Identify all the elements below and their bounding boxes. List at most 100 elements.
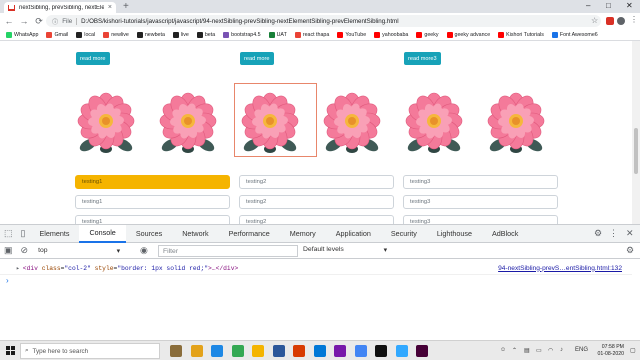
- tray-chevron-icon[interactable]: ⌃: [512, 347, 517, 354]
- bookmark-item[interactable]: UAT: [268, 31, 287, 38]
- bookmark-item[interactable]: newlive: [103, 31, 129, 38]
- console-log-entry[interactable]: ▸ <div class = "col-2" style = "border: 1px …: [0, 262, 632, 275]
- text-input[interactable]: testing1: [75, 175, 230, 189]
- taskbar-app-icon[interactable]: [272, 345, 285, 357]
- taskbar-app-icon[interactable]: [416, 345, 428, 357]
- bookmarks-bar: WhatsApp Gmail local newlive newbeta live beta…: [0, 29, 640, 41]
- text-input[interactable]: testing3: [403, 195, 558, 209]
- taskbar-app-icon[interactable]: [231, 345, 244, 357]
- devtools-tab-elements[interactable]: Elements: [29, 225, 79, 243]
- bookmark-item[interactable]: geeky: [416, 31, 439, 38]
- clear-console-icon[interactable]: ⊘: [17, 245, 33, 256]
- forward-icon[interactable]: →: [18, 16, 30, 26]
- live-expression-eye-icon[interactable]: ◉: [136, 245, 152, 256]
- address-bar[interactable]: ⓘ File D:/OBS/kishori-tutorials/javascri…: [46, 15, 601, 27]
- bookmark-item[interactable]: geeky advance: [446, 31, 490, 38]
- text-input[interactable]: testing1: [75, 195, 230, 209]
- taskbar-app-icon[interactable]: [293, 345, 305, 357]
- scrollbar-thumb[interactable]: [634, 128, 638, 174]
- bookmark-item[interactable]: live: [172, 31, 189, 38]
- wifi-icon[interactable]: ◠: [548, 347, 553, 354]
- file-scheme-label: File: [62, 17, 73, 25]
- text-input[interactable]: testing2: [239, 215, 394, 224]
- expand-triangle-icon[interactable]: ▸: [16, 265, 20, 272]
- text-input[interactable]: testing2: [239, 175, 394, 189]
- log-levels-dropdown[interactable]: Default levels ▾: [303, 246, 387, 254]
- taskbar-app-icon[interactable]: [211, 345, 223, 357]
- taskbar-app-icon[interactable]: [170, 345, 182, 357]
- volume-icon[interactable]: ♪: [560, 347, 563, 353]
- url-text[interactable]: D:/OBS/kishori-tutorials/javascript/java…: [81, 18, 398, 25]
- bookmark-item[interactable]: local: [76, 31, 96, 38]
- bookmark-item[interactable]: YouTube: [337, 31, 366, 38]
- devtools-tab-sources[interactable]: Sources: [126, 225, 172, 243]
- language-indicator[interactable]: ENG: [575, 347, 588, 353]
- bookmark-item[interactable]: bootstrap4.5: [223, 31, 261, 38]
- reload-icon[interactable]: ⟳: [33, 16, 45, 27]
- taskbar-search[interactable]: ⌕ Type here to search: [20, 343, 160, 359]
- new-tab-button[interactable]: +: [123, 1, 129, 12]
- text-input[interactable]: testing3: [403, 215, 558, 224]
- back-icon[interactable]: ←: [3, 16, 15, 26]
- bookmark-item[interactable]: beta: [196, 31, 215, 38]
- text-input[interactable]: testing1: [75, 215, 230, 224]
- bookmark-favicon-icon: [337, 31, 344, 38]
- context-selector[interactable]: top ▾: [38, 247, 120, 255]
- devtools-tab-adblock[interactable]: AdBlock: [482, 225, 528, 243]
- chevron-down-icon: ▾: [383, 247, 387, 254]
- menu-icon[interactable]: ⋮: [630, 15, 638, 24]
- devtools-tab-network[interactable]: Network: [172, 225, 218, 243]
- settings-gear-icon[interactable]: ⚙: [590, 228, 606, 239]
- console-prompt[interactable]: ›: [6, 276, 9, 285]
- close-devtools-icon[interactable]: ✕: [622, 228, 638, 239]
- devtools-tab-performance[interactable]: Performance: [219, 225, 280, 243]
- taskbar-app-icon[interactable]: [313, 345, 326, 357]
- extension-icon[interactable]: [606, 17, 614, 25]
- tab-close-button[interactable]: ×: [108, 4, 112, 11]
- console-settings-icon[interactable]: ⚙: [622, 245, 638, 256]
- devtools-tab-application[interactable]: Application: [326, 225, 381, 243]
- console-filter-input[interactable]: Filter: [158, 245, 298, 257]
- devtools-tab-security[interactable]: Security: [381, 225, 427, 243]
- text-input[interactable]: testing2: [239, 195, 394, 209]
- profile-avatar[interactable]: [617, 17, 625, 25]
- taskbar-app-icon[interactable]: [354, 345, 367, 357]
- window-close-button[interactable]: ✕: [626, 1, 633, 10]
- taskbar-app-icon[interactable]: [375, 345, 387, 357]
- taskbar-app-icon[interactable]: [334, 345, 346, 357]
- bookmark-item[interactable]: yahoobaba: [374, 31, 408, 38]
- inspect-element-icon[interactable]: ⬚: [0, 228, 17, 239]
- taskbar-app-icon[interactable]: [395, 345, 408, 357]
- info-icon[interactable]: ⓘ: [52, 17, 58, 26]
- bookmark-item[interactable]: Kishori Tutorials: [498, 31, 544, 38]
- taskbar-app-icon[interactable]: [252, 345, 264, 357]
- network-icon[interactable]: ▤: [524, 347, 530, 354]
- bookmark-label: local: [84, 31, 96, 38]
- bookmark-item[interactable]: Gmail: [46, 31, 68, 38]
- windows-start-icon[interactable]: [6, 346, 20, 355]
- bookmark-item[interactable]: WhatsApp: [6, 31, 38, 38]
- sidebar-toggle-icon[interactable]: ▣: [0, 245, 17, 256]
- battery-icon[interactable]: ▭: [536, 347, 542, 354]
- read-more-button[interactable]: read more: [76, 52, 110, 65]
- device-toolbar-icon[interactable]: ▯: [17, 228, 30, 239]
- devtools-tab-memory[interactable]: Memory: [280, 225, 326, 243]
- maximize-button[interactable]: □: [606, 1, 611, 10]
- bookmark-item[interactable]: react thapa: [294, 31, 329, 38]
- devtools-tab-lighthouse[interactable]: Lighthouse: [427, 225, 482, 243]
- read-more-button[interactable]: read more3: [404, 52, 441, 65]
- source-link[interactable]: 94-nextSibling-prevS…entSibling.html:132: [498, 265, 622, 272]
- bookmark-star-icon[interactable]: ☆: [591, 16, 598, 25]
- people-icon[interactable]: ☺: [500, 347, 506, 353]
- text-input[interactable]: testing3: [403, 175, 558, 189]
- bookmark-item[interactable]: Font Awesome6: [551, 31, 598, 38]
- notifications-icon[interactable]: ▢: [630, 347, 636, 354]
- browser-tab[interactable]: nextSibling, prevSibling, nextEle ×: [4, 2, 116, 13]
- devtools-tab-console[interactable]: Console: [79, 224, 126, 243]
- clock[interactable]: 07:58 PM 01-08-2020: [597, 344, 624, 358]
- read-more-button[interactable]: read more: [240, 52, 274, 65]
- minimize-button[interactable]: –: [586, 1, 590, 10]
- bookmark-item[interactable]: newbeta: [136, 31, 165, 38]
- more-options-icon[interactable]: ⋮: [605, 228, 622, 239]
- taskbar-app-icon[interactable]: [190, 345, 203, 357]
